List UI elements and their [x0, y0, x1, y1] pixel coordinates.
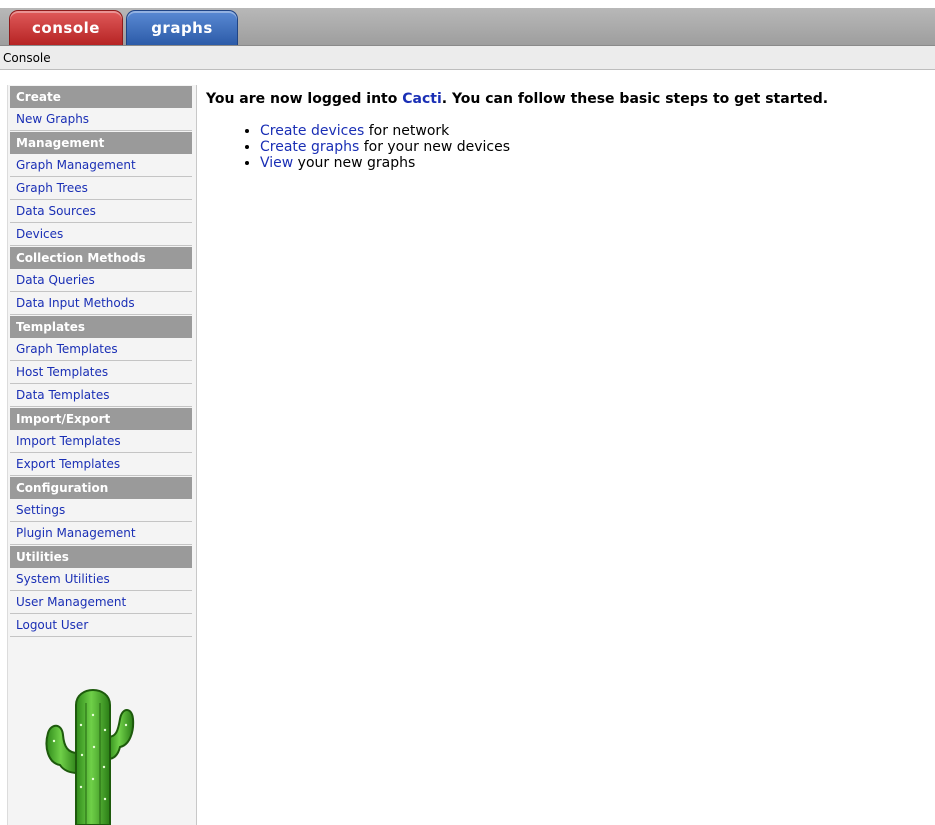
tab-console[interactable]: console — [9, 10, 123, 45]
step-item: Create devices for network — [260, 123, 926, 139]
welcome-message: You are now logged into Cacti. You can f… — [206, 91, 926, 107]
welcome-prefix: You are now logged into — [206, 91, 403, 107]
menu-item-devices[interactable]: Devices — [10, 223, 192, 246]
menu-item-host-templates[interactable]: Host Templates — [10, 361, 192, 384]
menu-item-plugin-management[interactable]: Plugin Management — [10, 522, 192, 545]
menu-header-templates: Templates — [10, 316, 192, 338]
menu-item-data-input-methods[interactable]: Data Input Methods — [10, 292, 192, 315]
step-text: for your new devices — [359, 139, 510, 155]
step-item: Create graphs for your new devices — [260, 139, 926, 155]
main-content: You are now logged into Cacti. You can f… — [206, 91, 926, 171]
create-graphs-link[interactable]: Create graphs — [260, 139, 359, 155]
tab-graphs[interactable]: graphs — [126, 10, 238, 45]
menu-item-system-utilities[interactable]: System Utilities — [10, 568, 192, 591]
menu-item-data-sources[interactable]: Data Sources — [10, 200, 192, 223]
menu-item-import-templates[interactable]: Import Templates — [10, 430, 192, 453]
menu-item-graph-management[interactable]: Graph Management — [10, 154, 192, 177]
breadcrumb: Console — [0, 46, 935, 70]
sidebar-menu: Create New Graphs Management Graph Manag… — [8, 86, 192, 637]
menu-header-configuration: Configuration — [10, 477, 192, 499]
menu-item-logout-user[interactable]: Logout User — [10, 614, 192, 637]
menu-item-data-templates[interactable]: Data Templates — [10, 384, 192, 407]
view-graphs-link[interactable]: View — [260, 155, 293, 171]
menu-header-collection-methods: Collection Methods — [10, 247, 192, 269]
menu-item-user-management[interactable]: User Management — [10, 591, 192, 614]
step-text: your new graphs — [293, 155, 416, 171]
welcome-suffix: . You can follow these basic steps to ge… — [441, 91, 829, 107]
menu-item-settings[interactable]: Settings — [10, 499, 192, 522]
menu-item-export-templates[interactable]: Export Templates — [10, 453, 192, 476]
menu-header-create: Create — [10, 86, 192, 108]
create-devices-link[interactable]: Create devices — [260, 123, 364, 139]
sidebar: Create New Graphs Management Graph Manag… — [7, 85, 197, 825]
menu-item-graph-templates[interactable]: Graph Templates — [10, 338, 192, 361]
menu-header-management: Management — [10, 132, 192, 154]
cacti-logo-icon — [45, 689, 135, 825]
menu-header-utilities: Utilities — [10, 546, 192, 568]
step-text: for network — [364, 123, 450, 139]
cacti-link[interactable]: Cacti — [402, 91, 442, 107]
getting-started-steps: Create devices for network Create graphs… — [206, 123, 926, 171]
menu-header-import-export: Import/Export — [10, 408, 192, 430]
menu-item-graph-trees[interactable]: Graph Trees — [10, 177, 192, 200]
step-item: View your new graphs — [260, 155, 926, 171]
menu-item-new-graphs[interactable]: New Graphs — [10, 108, 192, 131]
menu-item-data-queries[interactable]: Data Queries — [10, 269, 192, 292]
